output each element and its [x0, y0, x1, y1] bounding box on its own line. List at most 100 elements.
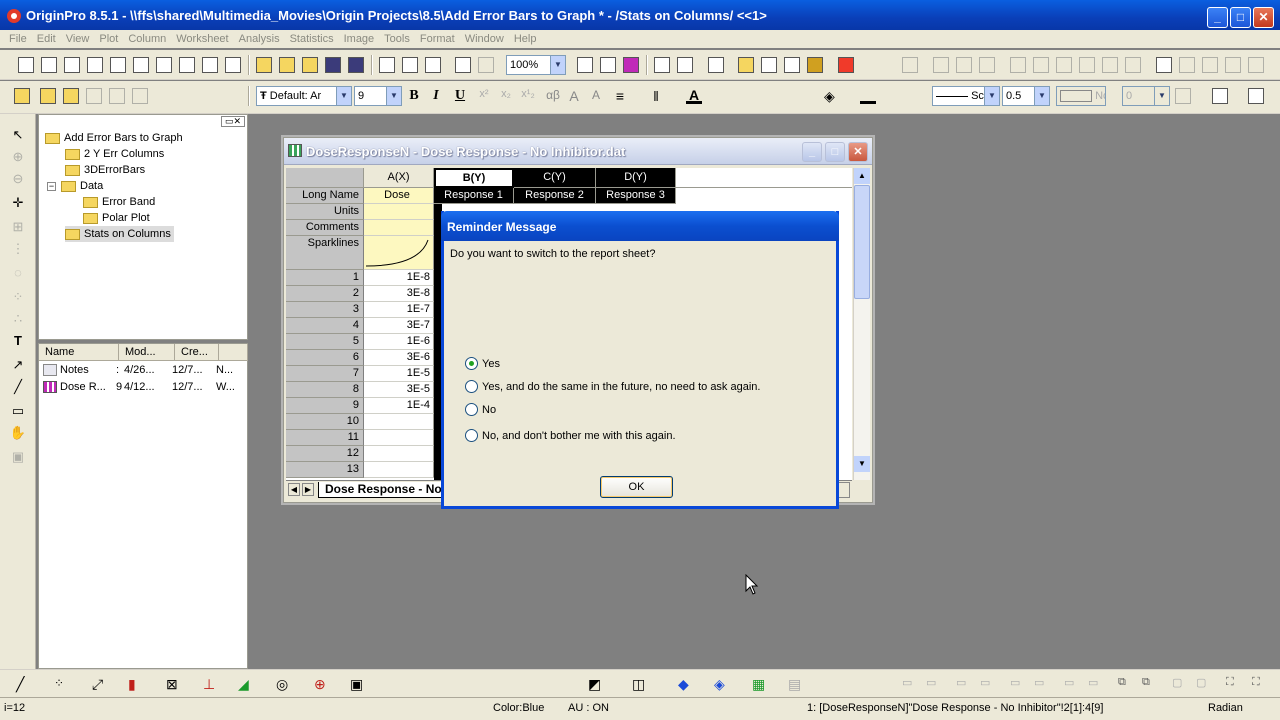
reminder-dialog[interactable]: Reminder Message Do you want to switch t… — [441, 211, 839, 509]
duplicate-icon[interactable] — [677, 57, 693, 73]
data-cursor-icon[interactable]: ⋮ — [9, 240, 27, 258]
align-icon-1[interactable]: ▭ — [902, 676, 920, 694]
radio-circle[interactable] — [465, 429, 478, 442]
cell-a-value[interactable]: 1E-7 — [364, 302, 434, 318]
menu-plot[interactable]: Plot — [94, 33, 123, 45]
minimize-button[interactable]: _ — [1207, 7, 1228, 28]
menu-statistics[interactable]: Statistics — [285, 33, 339, 45]
settings-dim-icon[interactable] — [86, 88, 102, 104]
new-notes-icon[interactable] — [179, 57, 195, 73]
menu-edit[interactable]: Edit — [32, 33, 61, 45]
layer-icon[interactable] — [902, 57, 918, 73]
rescale-icon[interactable] — [1179, 57, 1195, 73]
menu-file[interactable]: File — [4, 33, 32, 45]
row-label-comments[interactable]: Comments — [286, 220, 364, 236]
import-multiple-icon[interactable] — [425, 57, 441, 73]
pattern-icon[interactable] — [896, 88, 912, 104]
row-number[interactable]: 12 — [286, 446, 364, 462]
align-text-icon[interactable]: ≡ — [612, 88, 628, 104]
line-style-dropdown[interactable]: Sc ▼ — [932, 86, 1000, 106]
command-window-icon[interactable] — [761, 57, 777, 73]
hatch-icon[interactable] — [1175, 88, 1191, 104]
tree-item-3derrorbars[interactable]: 3DErrorBars — [65, 162, 145, 178]
cell-a-value[interactable] — [364, 446, 434, 462]
ungroup-icon[interactable]: ⧉ — [1142, 676, 1160, 694]
table-icon[interactable] — [1248, 88, 1264, 104]
import-ascii-icon[interactable] — [402, 57, 418, 73]
row-number[interactable]: 3 — [286, 302, 364, 318]
column-header-name[interactable]: Name — [39, 344, 119, 361]
column-header-created[interactable]: Cre... — [175, 344, 219, 361]
target-icon[interactable] — [1225, 57, 1241, 73]
tab-prev-icon[interactable]: ◀ — [288, 483, 300, 496]
new-function-icon[interactable] — [133, 57, 149, 73]
new-3d-icon[interactable] — [202, 57, 218, 73]
align-icon-5[interactable]: ▭ — [1010, 676, 1028, 694]
close-button[interactable]: ✕ — [1253, 7, 1274, 28]
row-number[interactable]: 7 — [286, 366, 364, 382]
cell-a-value[interactable]: 1E-6 — [364, 334, 434, 350]
open-excel-icon[interactable] — [302, 57, 318, 73]
row-number[interactable]: 5 — [286, 334, 364, 350]
back-icon[interactable]: ▢ — [1196, 676, 1214, 694]
row-number[interactable]: 9 — [286, 398, 364, 414]
font-size-dropdown[interactable]: 9 ▼ — [354, 86, 402, 106]
zoom-dropdown[interactable]: 100% ▼ — [506, 55, 566, 75]
save-template-icon[interactable] — [348, 57, 364, 73]
stack-icon[interactable] — [1202, 57, 1218, 73]
new-graph-icon[interactable] — [110, 57, 126, 73]
save-project-icon[interactable] — [325, 57, 341, 73]
front-icon[interactable]: ▢ — [1172, 676, 1190, 694]
results-log-icon[interactable] — [738, 57, 754, 73]
cell-a-units[interactable] — [364, 204, 434, 220]
messages-icon[interactable] — [807, 57, 823, 73]
import-icon[interactable] — [379, 57, 395, 73]
new-project-icon[interactable] — [18, 57, 34, 73]
column-header-b[interactable]: B(Y) — [434, 168, 514, 188]
align-left-icon[interactable] — [1010, 57, 1026, 73]
close-panel-icon[interactable]: ▭✕ — [221, 116, 245, 127]
collapse-icon[interactable]: − — [47, 181, 56, 191]
open-template-icon[interactable] — [279, 57, 295, 73]
matrix-plot-icon[interactable]: ▤ — [788, 676, 806, 694]
new-matrix-icon[interactable] — [87, 57, 103, 73]
radio-yes[interactable]: Yes — [465, 357, 500, 370]
cell-c-long-name[interactable]: Response 2 — [514, 188, 596, 204]
column-list-icon[interactable] — [1156, 57, 1172, 73]
rotate-icon[interactable]: ⛶ — [1226, 676, 1244, 694]
reader-icon[interactable] — [63, 88, 79, 104]
cell-a-value[interactable] — [364, 414, 434, 430]
cell-a-value[interactable]: 3E-8 — [364, 286, 434, 302]
copy-page-icon[interactable] — [623, 57, 639, 73]
font-shrink-icon[interactable]: A — [588, 88, 604, 102]
polar-plot-icon[interactable]: ◎ — [276, 676, 294, 694]
menu-image[interactable]: Image — [339, 33, 380, 45]
cell-a-sparkline[interactable] — [364, 236, 434, 270]
worksheet-titlebar[interactable]: DoseResponseN - Dose Response - No Inhib… — [284, 138, 872, 165]
menu-format[interactable]: Format — [415, 33, 460, 45]
superscript-icon[interactable]: x² — [476, 88, 492, 100]
supsub-icon[interactable]: x¹₂ — [520, 88, 536, 100]
line-plot-icon[interactable]: ╱ — [16, 676, 34, 694]
menu-worksheet[interactable]: Worksheet — [171, 33, 233, 45]
tab-next-icon[interactable]: ▶ — [302, 483, 314, 496]
align-vertical-icon[interactable] — [1102, 57, 1118, 73]
zoom-in-icon[interactable]: ⊕ — [9, 148, 27, 166]
project-explorer-icon[interactable] — [708, 57, 724, 73]
box-chart-icon[interactable]: ⊠ — [166, 676, 184, 694]
row-label-long-name[interactable]: Long Name — [286, 188, 364, 204]
add-app-icon[interactable] — [838, 57, 854, 73]
line-color-icon[interactable] — [860, 88, 876, 104]
menu-column[interactable]: Column — [123, 33, 171, 45]
app-titlebar[interactable]: OriginPro 8.5.1 - \\ffs\shared\Multimedi… — [0, 0, 1280, 30]
row-number[interactable]: 10 — [286, 414, 364, 430]
dialog-titlebar[interactable]: Reminder Message — [441, 211, 839, 241]
new-layout-icon[interactable] — [156, 57, 172, 73]
row-number[interactable]: 2 — [286, 286, 364, 302]
image-plot-icon[interactable]: ▦ — [752, 676, 770, 694]
sheet-tab-dose-response[interactable]: Dose Response - No — [318, 482, 449, 498]
tree-root-folder[interactable]: Add Error Bars to Graph — [45, 130, 183, 146]
tree-item-data[interactable]: − Data — [47, 178, 103, 194]
cell-a-long-name[interactable]: Dose — [364, 188, 434, 204]
align-icon-8[interactable]: ▭ — [1088, 676, 1106, 694]
